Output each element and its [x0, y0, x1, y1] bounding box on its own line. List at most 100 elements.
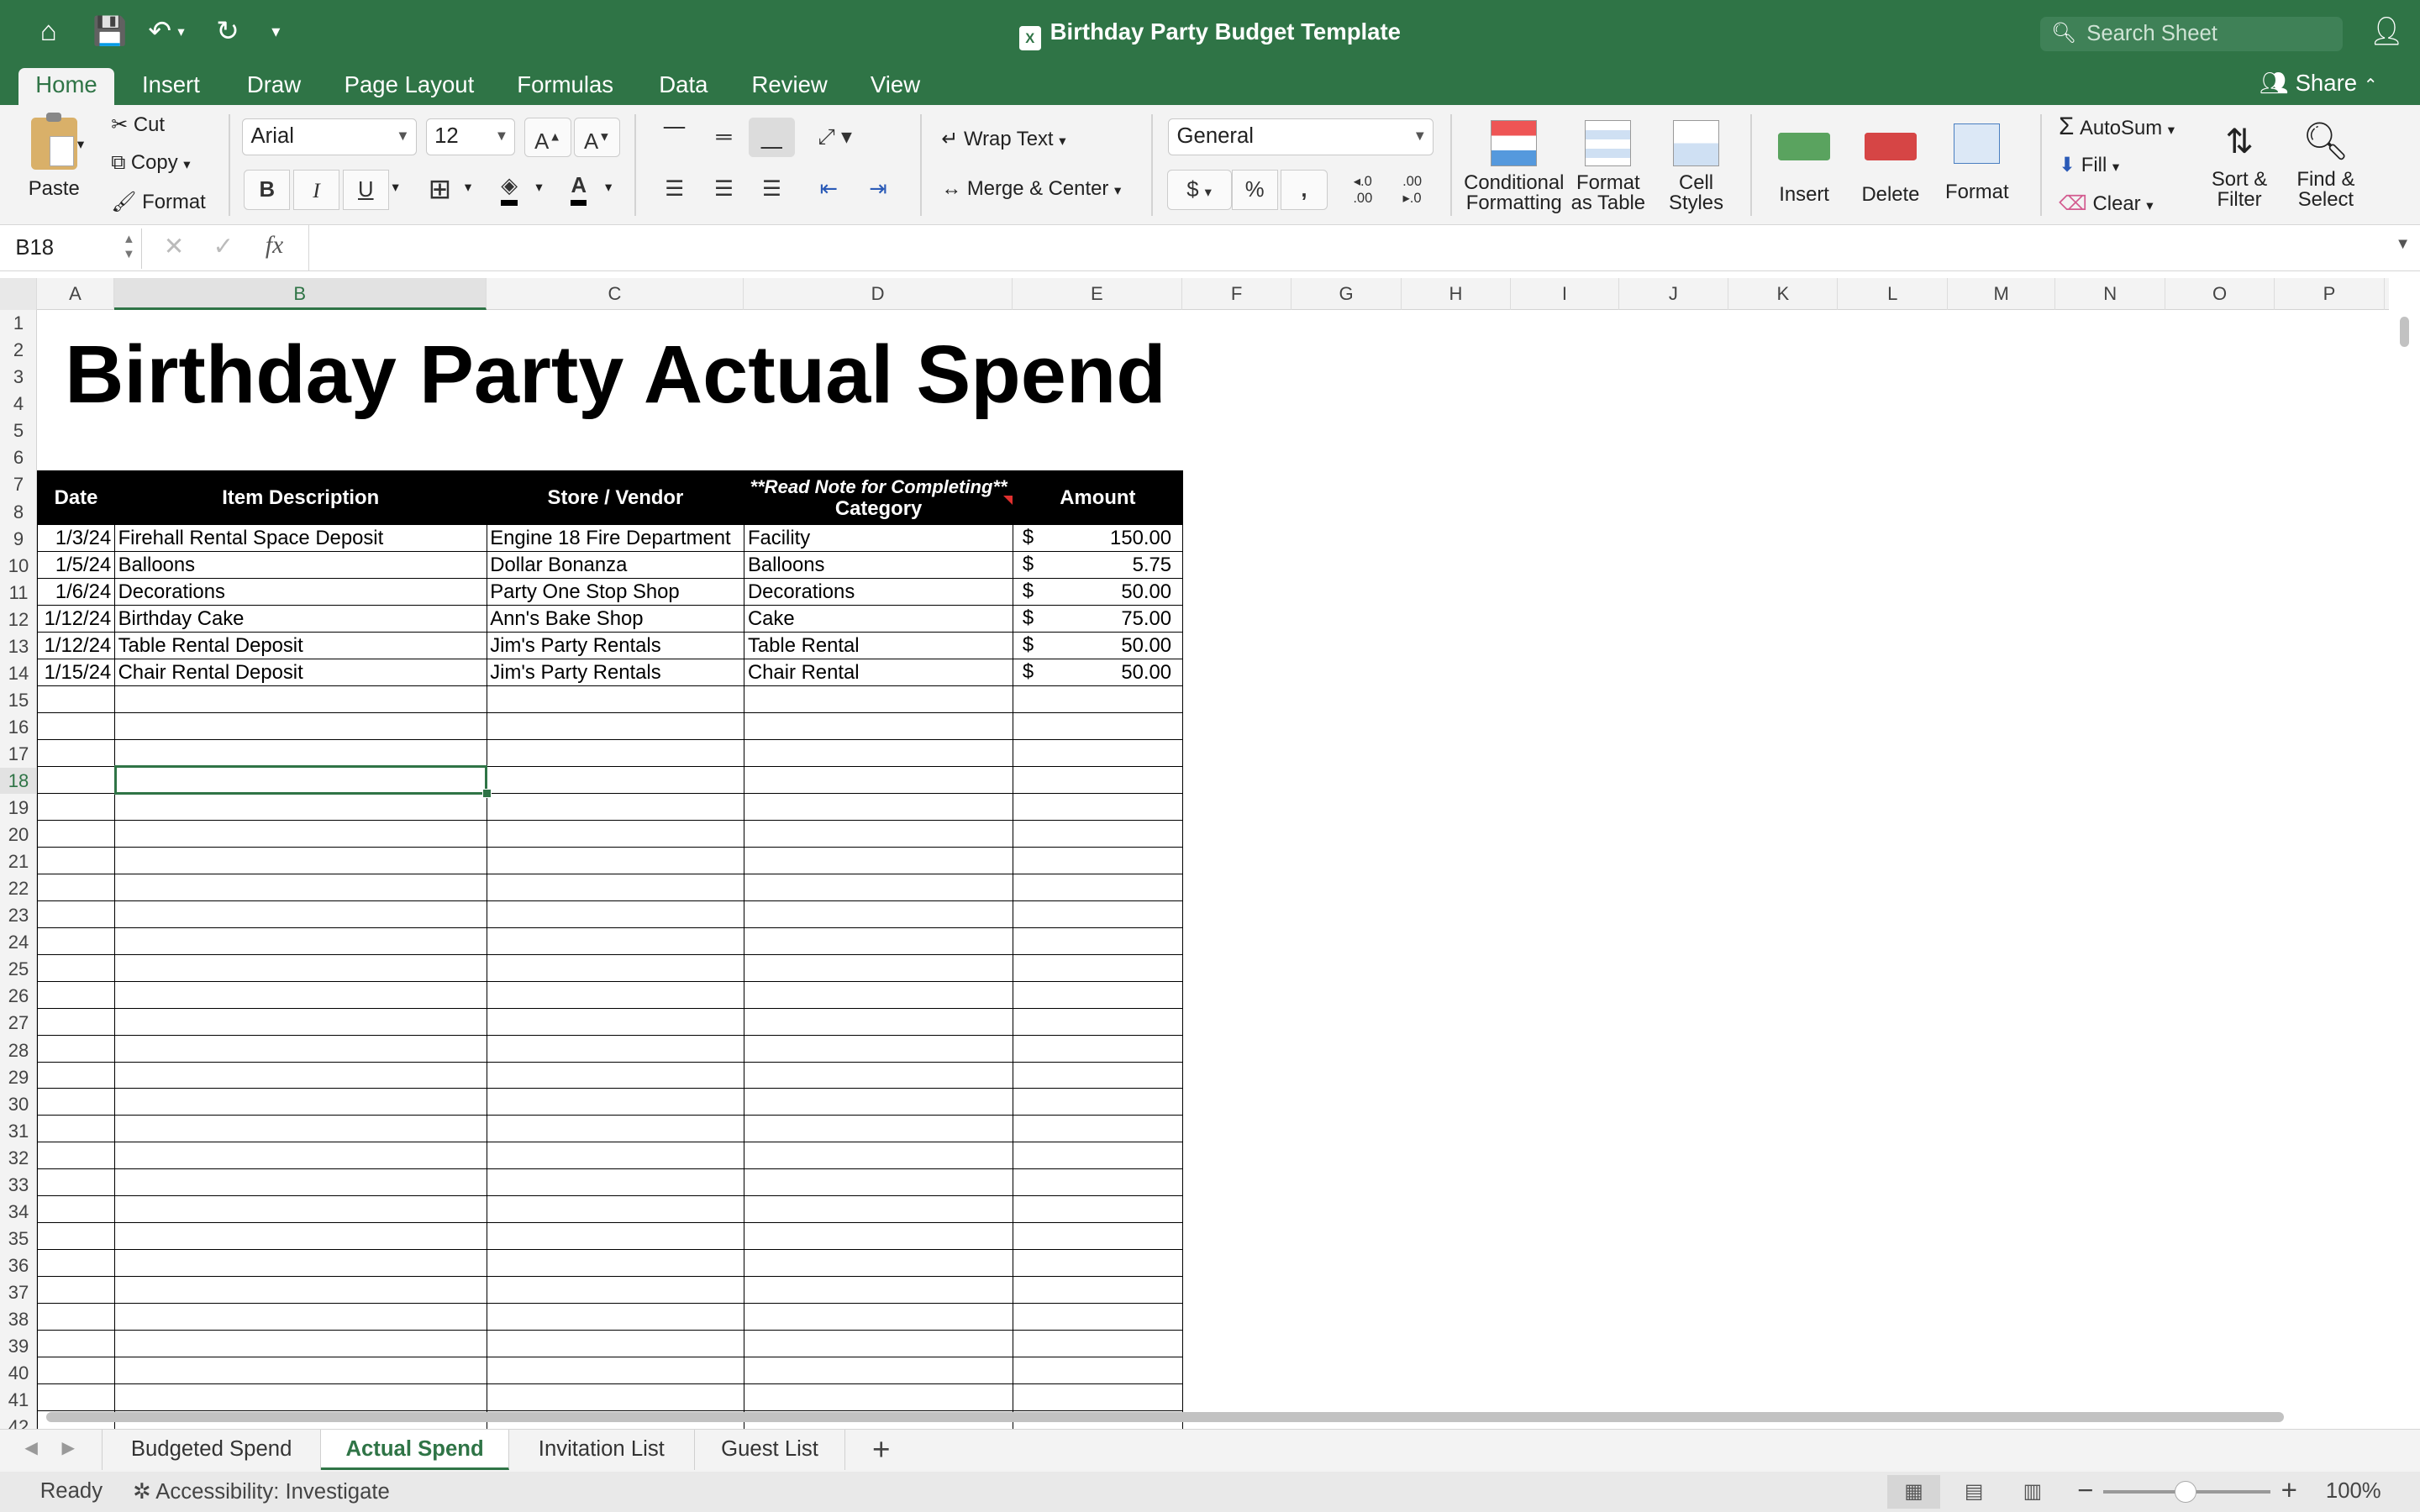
cell-amount[interactable] [1012, 873, 1183, 901]
cell-description[interactable] [113, 1168, 487, 1197]
font-color-dropdown-icon[interactable]: ▾ [605, 179, 612, 196]
column-header-h[interactable]: H [1402, 277, 1512, 311]
cell-category[interactable] [744, 1115, 1013, 1143]
column-header-l[interactable]: L [1839, 277, 1948, 311]
align-top-button[interactable]: ⎺ [651, 118, 697, 158]
column-header-b[interactable]: B [113, 277, 487, 311]
header-amount[interactable]: Amount [1012, 470, 1183, 526]
cell-description[interactable] [113, 1007, 487, 1036]
column-header-p[interactable]: P [2275, 277, 2385, 311]
normal-view-button[interactable]: ▦ [1887, 1474, 1940, 1509]
cell-date[interactable] [37, 953, 115, 982]
format-painter-button[interactable]: 🖌︎ Format [111, 190, 206, 214]
increase-decimal-button[interactable]: ◂.0.00 [1339, 170, 1386, 210]
cell-vendor[interactable] [486, 1115, 745, 1143]
cell-description[interactable] [113, 1222, 487, 1251]
column-header-k[interactable]: K [1728, 277, 1839, 311]
cell-description[interactable] [113, 1142, 487, 1170]
cell-description[interactable]: Birthday Cake [113, 605, 487, 633]
cell-date[interactable] [37, 873, 115, 901]
sheet-tab-guest-list[interactable]: Guest List [695, 1429, 846, 1470]
cell-description[interactable] [113, 712, 487, 741]
cell-styles-button[interactable]: Cell Styles [1658, 120, 1735, 213]
tab-formulas[interactable]: Formulas [500, 68, 630, 105]
cell-category[interactable] [744, 873, 1013, 901]
cell-amount[interactable] [1012, 1034, 1183, 1063]
cell-date[interactable] [37, 846, 115, 874]
row-header-27[interactable]: 27 [0, 1010, 36, 1036]
decrease-indent-button[interactable]: ⇤ [806, 170, 852, 210]
cell-amount[interactable] [1012, 712, 1183, 741]
cell-vendor[interactable] [486, 1034, 745, 1063]
font-name-select[interactable]: Arial ▼ [242, 118, 417, 156]
cell-description[interactable] [113, 1276, 487, 1305]
number-format-select[interactable]: General ▼ [1168, 118, 1434, 156]
currency-button[interactable]: $ ▾ [1166, 170, 1232, 210]
cell-amount[interactable] [1012, 819, 1183, 848]
sheet-tab-actual-spend[interactable]: Actual Spend [321, 1429, 510, 1470]
cell-date[interactable] [37, 1357, 115, 1384]
column-header-d[interactable]: D [744, 277, 1013, 311]
formula-input[interactable] [308, 225, 2376, 272]
cell-description[interactable] [113, 927, 487, 955]
cell-amount[interactable] [1012, 953, 1183, 982]
copy-button[interactable]: ⧉ Copy ▾ [111, 151, 190, 175]
zoom-slider-handle[interactable] [2174, 1481, 2196, 1503]
header-date[interactable]: Date [37, 470, 115, 526]
vertical-scroll-thumb[interactable] [2400, 316, 2410, 348]
cell-date[interactable] [37, 712, 115, 741]
cell-category[interactable] [744, 1061, 1013, 1089]
italic-button[interactable]: I [292, 170, 340, 210]
column-header-j[interactable]: J [1619, 277, 1729, 311]
row-header-36[interactable]: 36 [0, 1252, 36, 1278]
cell-vendor[interactable] [486, 1330, 745, 1358]
cell-amount[interactable] [1012, 1088, 1183, 1116]
row-header-32[interactable]: 32 [0, 1145, 36, 1171]
row-header-3[interactable]: 3 [0, 364, 36, 390]
name-box[interactable]: B18 ▲ ▼ [6, 228, 142, 269]
cell-date[interactable]: 1/5/24 [37, 551, 115, 580]
align-middle-button[interactable]: ═ [701, 118, 747, 158]
cell-amount[interactable] [1012, 1061, 1183, 1089]
merge-center-button[interactable]: ↔ Merge & Center ▾ [941, 177, 1121, 201]
row-header-2[interactable]: 2 [0, 337, 36, 363]
cell-category[interactable]: Cake [744, 605, 1013, 633]
cell-vendor[interactable] [486, 792, 745, 821]
cell-vendor[interactable] [486, 1383, 745, 1411]
cell-amount[interactable] [1012, 1195, 1183, 1224]
percent-button[interactable]: % [1231, 170, 1278, 210]
paste-button[interactable]: Paste [18, 113, 89, 199]
cell-description[interactable] [113, 1088, 487, 1116]
cell-date[interactable]: 1/6/24 [37, 578, 115, 606]
insert-function-button[interactable]: fx [266, 232, 283, 260]
cell-date[interactable] [37, 980, 115, 1009]
cell-date[interactable] [37, 1007, 115, 1036]
underline-button[interactable]: U [342, 170, 389, 210]
cell-category[interactable] [744, 1276, 1013, 1305]
cell-description[interactable] [113, 1357, 487, 1384]
cell-description[interactable]: Table Rental Deposit [113, 632, 487, 660]
cell-amount[interactable] [1012, 766, 1183, 795]
cell-category[interactable]: Decorations [744, 578, 1013, 606]
header-category[interactable]: **Read Note for Completing** Category [744, 470, 1013, 526]
wrap-text-button[interactable]: ↵ Wrap Text ▾ [941, 127, 1065, 151]
cell-category[interactable] [744, 980, 1013, 1009]
cell-vendor[interactable]: Jim's Party Rentals [486, 659, 745, 687]
cell-vendor[interactable] [486, 712, 745, 741]
cell-date[interactable] [37, 1383, 115, 1411]
cell-vendor[interactable] [486, 1061, 745, 1089]
column-header-g[interactable]: G [1292, 277, 1402, 311]
cell-amount[interactable] [1012, 1222, 1183, 1251]
vertical-scrollbar[interactable] [2389, 310, 2420, 1429]
delete-cells-button[interactable]: Delete [1852, 120, 1929, 205]
format-as-table-button[interactable]: Format as Table [1568, 120, 1649, 213]
column-header-f[interactable]: F [1182, 277, 1292, 311]
name-box-stepper-icon[interactable]: ▲ ▼ [123, 232, 135, 263]
cell-description[interactable] [113, 1061, 487, 1089]
cell-amount[interactable]: $75.00 [1012, 605, 1183, 633]
cell-date[interactable] [37, 1088, 115, 1116]
next-sheet-icon[interactable]: ▶ [61, 1437, 75, 1458]
row-header-38[interactable]: 38 [0, 1306, 36, 1332]
cell-vendor[interactable] [486, 980, 745, 1009]
cell-date[interactable] [37, 739, 115, 768]
